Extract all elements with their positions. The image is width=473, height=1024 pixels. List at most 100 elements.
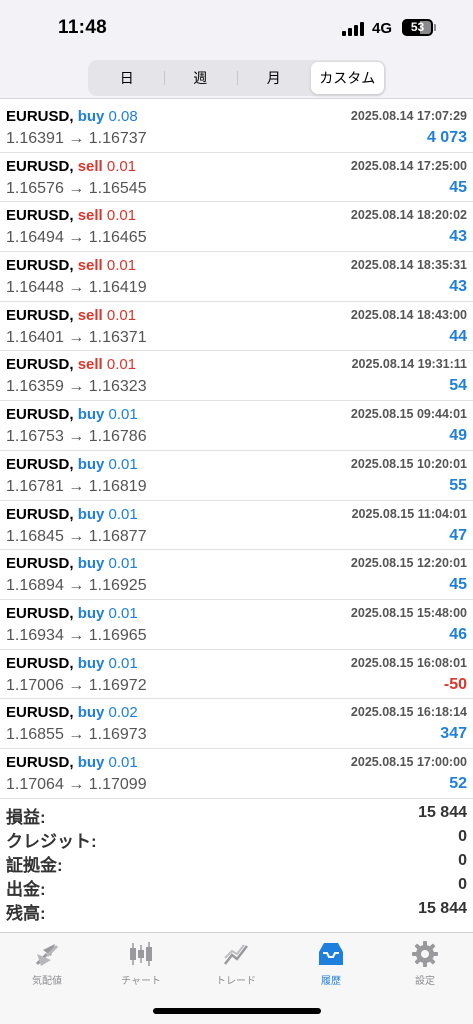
trade-symbol: EURUSD,: [6, 406, 74, 424]
trade-prices: 1.16781 → 1.16819: [6, 478, 147, 496]
trade-side: buy 0.01: [78, 506, 138, 523]
summary-value: 0: [458, 828, 467, 845]
trade-lot: 0.01: [108, 505, 138, 523]
trade-symbol-line: EURUSD, sell 0.01: [6, 356, 136, 373]
open-price: 1.16781: [6, 477, 64, 495]
arrow-icon: →: [68, 577, 85, 595]
arrow-icon: →: [68, 328, 85, 346]
segment-week[interactable]: 週: [163, 62, 238, 94]
trade-lot: 0.01: [106, 257, 137, 275]
trade-symbol-line: EURUSD, buy 0.08: [6, 108, 138, 125]
trade-side: buy 0.01: [78, 754, 138, 771]
arrow-icon: →: [68, 130, 85, 147]
close-price: 1.16925: [88, 577, 147, 595]
open-price: 1.16934: [6, 626, 64, 644]
close-price: 1.16877: [88, 527, 147, 545]
trade-side: sell 0.01: [78, 257, 136, 274]
trade-lot: 0.02: [108, 704, 138, 722]
trade-datetime: 2025.08.14 19:31:11: [351, 357, 467, 372]
arrow-icon: →: [68, 477, 85, 495]
trade-profit: 49: [449, 427, 467, 445]
trade-lot: 0.01: [108, 604, 138, 622]
trade-row[interactable]: EURUSD, buy 0.01 2025.08.15 12:20:01 1.168…: [0, 550, 473, 600]
trade-profit: 43: [449, 278, 467, 296]
trade-lot: 0.01: [106, 207, 137, 225]
trade-datetime: 2025.08.15 09:44:01: [350, 407, 467, 422]
trade-prices: 1.16753 → 1.16786: [6, 428, 147, 446]
trade-row[interactable]: EURUSD, sell 0.01 2025.08.14 17:25:00 1.16…: [0, 153, 473, 203]
trade-direction: buy: [77, 704, 105, 722]
open-price: 1.16494: [6, 229, 64, 247]
tab-chart[interactable]: チャート: [94, 937, 188, 993]
trade-profit: 55: [449, 476, 467, 494]
trade-row[interactable]: EURUSD, sell 0.01 2025.08.14 18:43:00 1.16…: [0, 302, 473, 352]
trade-direction: buy: [77, 455, 105, 473]
open-price: 1.16855: [6, 726, 64, 744]
trade-row[interactable]: EURUSD, buy 0.08 2025.08.14 17:07:29 1.163…: [0, 103, 473, 153]
trade-direction: buy: [77, 108, 105, 125]
trade-symbol: EURUSD,: [6, 704, 74, 722]
trade-row[interactable]: EURUSD, buy 0.01 2025.08.15 09:44:01 1.167…: [0, 401, 473, 451]
trade-row[interactable]: EURUSD, buy 0.01 2025.08.15 16:08:01 1.170…: [0, 650, 473, 700]
trade-lot: 0.01: [106, 356, 137, 374]
trade-profit: 47: [449, 526, 467, 544]
segment-custom[interactable]: カスタム: [310, 62, 384, 94]
trade-prices: 1.16845 → 1.16877: [6, 528, 147, 546]
segment-day[interactable]: 日: [90, 62, 164, 94]
trade-profit: 4 073: [426, 129, 467, 146]
open-price: 1.16576: [6, 179, 64, 197]
tab-label: 気配値: [32, 976, 62, 987]
trade-row[interactable]: EURUSD, sell 0.01 2025.08.14 18:20:02 1.16…: [0, 202, 473, 253]
trade-symbol-line: EURUSD, buy 0.01: [6, 406, 138, 423]
tab-trade[interactable]: トレード: [189, 937, 283, 993]
trade-side: sell 0.01: [78, 356, 136, 373]
trade-row[interactable]: EURUSD, buy 0.01 2025.08.15 15:48:00 1.169…: [0, 600, 473, 650]
trade-direction: buy: [77, 406, 105, 424]
trade-symbol: EURUSD,: [6, 505, 74, 523]
trade-row[interactable]: EURUSD, buy 0.02 2025.08.15 16:18:14 1.168…: [0, 699, 473, 749]
open-price: 1.16753: [6, 428, 64, 446]
trade-direction: buy: [77, 505, 105, 523]
trade-datetime: 2025.08.15 15:48:00: [350, 605, 467, 620]
summary-value: 15 844: [418, 900, 467, 917]
tab-quotes[interactable]: 気配値: [0, 937, 94, 993]
trade-prices: 1.16359 → 1.16323: [6, 378, 147, 396]
tab-settings[interactable]: 設定: [378, 937, 472, 993]
tab-label: 設定: [415, 976, 435, 987]
trade-lot: 0.01: [108, 654, 138, 672]
trade-prices: 1.17006 → 1.16972: [6, 677, 147, 695]
tab-label: トレード: [216, 976, 256, 987]
arrow-icon: →: [68, 726, 85, 744]
period-filter-bar: 日 週 月 カスタム: [0, 56, 473, 99]
trade-symbol: EURUSD,: [6, 108, 74, 125]
trade-lot: 0.01: [108, 555, 138, 573]
summary-value: 0: [458, 876, 467, 893]
account-summary: 損益: 15 844 クレジット: 0 証拠金: 0 出金: 0 残高: 15 844: [0, 801, 473, 923]
trade-lot: 0.08: [108, 108, 138, 125]
arrow-icon: →: [68, 279, 85, 297]
quotes-icon: [35, 944, 59, 966]
open-price: 1.17064: [6, 775, 64, 793]
trade-datetime: 2025.08.14 18:20:02: [350, 208, 467, 223]
period-segmented-control: 日 週 月 カスタム: [88, 60, 386, 96]
close-price: 1.16371: [88, 328, 147, 346]
trade-profit: 52: [449, 774, 467, 792]
summary-value: 0: [458, 852, 467, 869]
cellular-signal-icon: [342, 22, 366, 36]
arrow-icon: →: [68, 428, 85, 446]
trade-history-list: EURUSD, buy 0.08 2025.08.14 17:07:29 1.163…: [0, 103, 473, 799]
trade-row[interactable]: EURUSD, sell 0.01 2025.08.14 18:35:31 1.16…: [0, 252, 473, 302]
trade-row[interactable]: EURUSD, buy 0.01 2025.08.15 10:20:01 1.167…: [0, 451, 473, 501]
trade-prices: 1.17064 → 1.17099: [6, 776, 147, 794]
segment-month[interactable]: 月: [237, 62, 311, 94]
trade-symbol-line: EURUSD, sell 0.01: [6, 307, 136, 324]
trade-row[interactable]: EURUSD, sell 0.01 2025.08.14 19:31:11 1.16…: [0, 351, 473, 402]
trade-side: buy 0.02: [78, 704, 138, 721]
trade-row[interactable]: EURUSD, buy 0.01 2025.08.15 17:00:00 1.170…: [0, 749, 473, 799]
summary-label: 残高:: [6, 904, 46, 923]
trade-direction: sell: [77, 356, 103, 374]
trade-symbol: EURUSD,: [6, 654, 74, 672]
trade-side: buy 0.01: [78, 555, 138, 572]
trade-row[interactable]: EURUSD, buy 0.01 2025.08.15 11:04:01 1.168…: [0, 501, 473, 551]
tab-history[interactable]: 履歴: [284, 937, 378, 993]
